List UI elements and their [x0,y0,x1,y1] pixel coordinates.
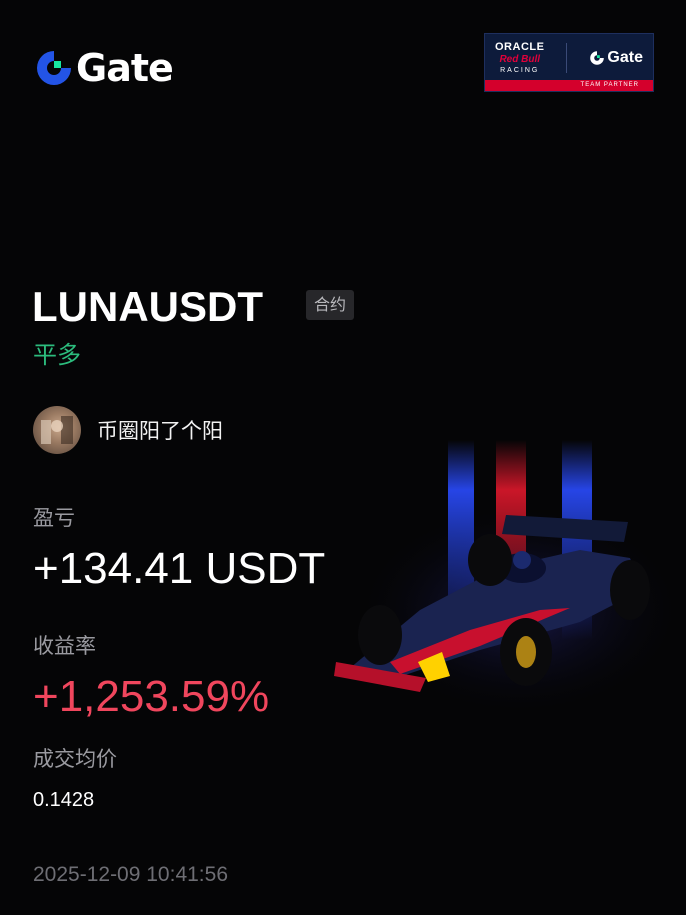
avg-price-label: 成交均价 [33,747,117,771]
redbull-text: Red Bull [499,54,540,65]
position-side: 平多 [33,341,81,369]
avatar [33,406,81,454]
contract-tag: 合约 [306,290,355,320]
trading-pair: LUNAUSDT [32,283,263,330]
pnl-value: +134.41 USDT [33,544,326,593]
avg-price-value: 0.1428 [33,789,95,811]
timestamp: 2025-12-09 10:41:56 [33,863,228,886]
username: 币圈阳了个阳 [97,419,223,443]
gate-small-icon [590,51,605,65]
roi-value: +1,253.59% [33,672,270,721]
gate-logo-icon [37,51,71,85]
avatar-image [41,416,73,444]
partner-gate-logo: Gate [589,49,643,67]
f1-car-illustration [334,440,686,720]
pnl-label: 盈亏 [33,506,75,530]
partner-divider [566,43,568,73]
roi-label: 收益率 [33,634,96,658]
gate-logo: Gate [34,46,174,90]
team-partner-badge: ORACLE Red Bull RACING Gate TEAM PARTNER [484,33,654,92]
oracle-text: ORACLE [495,41,545,53]
logo-text: Gate [76,46,174,90]
racing-text: RACING [500,67,540,74]
partner-gate-text: Gate [607,49,643,66]
team-partner-text: TEAM PARTNER [485,80,653,91]
redbull-racing-logo: ORACLE Red Bull RACING [495,41,545,75]
